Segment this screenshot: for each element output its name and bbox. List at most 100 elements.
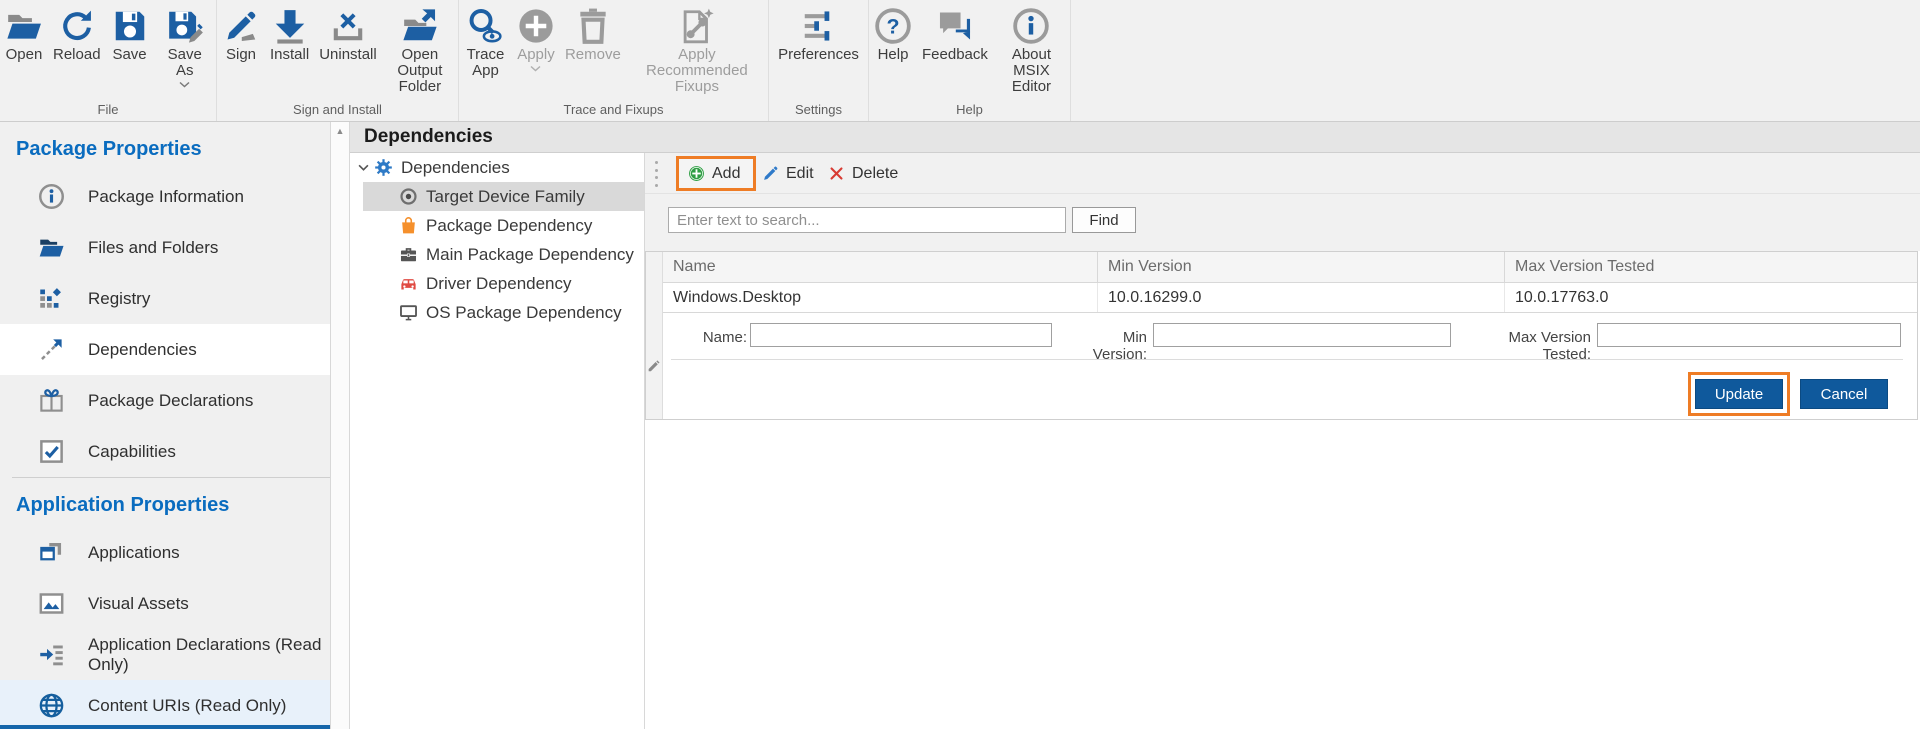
tree-node-label: Package Dependency [426, 216, 592, 236]
ribbon-item-label: Trace App [464, 47, 507, 79]
sidebar-item-registry[interactable]: Registry [0, 273, 330, 324]
tree-node-os-package-dependency[interactable]: OS Package Dependency [350, 298, 644, 327]
tree-node-package-dependency[interactable]: Package Dependency [350, 211, 644, 240]
ribbon-trace-app-button[interactable]: Trace App [459, 5, 512, 79]
min-version-field[interactable] [1153, 323, 1451, 347]
sidebar-item-capabilities[interactable]: Capabilities [0, 426, 330, 477]
ribbon-group-label: Trace and Fixups [459, 102, 768, 117]
sidebar-item-visual-assets[interactable]: Visual Assets [0, 578, 330, 629]
toolbar-grip-handle[interactable] [655, 161, 659, 187]
open-icon [5, 5, 43, 47]
tree-node-target-device-family[interactable]: Target Device Family [363, 182, 644, 211]
sidebar-scrollbar[interactable]: ▲ [330, 122, 350, 729]
tree-node-label: Dependencies [401, 158, 510, 178]
sidebar-item-label: Dependencies [88, 340, 197, 360]
delete-button[interactable]: Delete [822, 153, 904, 194]
cell-min-version: 10.0.16299.0 [1098, 283, 1505, 312]
trace-app-icon [466, 5, 504, 47]
chevron-down-icon [530, 65, 541, 72]
ribbon-item-label: Help [878, 47, 909, 63]
dependencies-gear-icon [374, 158, 393, 177]
sidebar-item-files-and-folders[interactable]: Files and Folders [0, 222, 330, 273]
sidebar-item-dependencies[interactable]: Dependencies [0, 324, 330, 375]
ribbon-group-help: ? Help Feedback About MSIX Editor Help [869, 0, 1071, 121]
find-button[interactable]: Find [1072, 207, 1136, 233]
ribbon-apply-recommended-fixups-button[interactable]: Apply Recommended Fixups [626, 5, 768, 95]
sidebar-item-package-declarations[interactable]: Package Declarations [0, 375, 330, 426]
column-header-max-version-tested[interactable]: Max Version Tested [1505, 252, 1917, 282]
ribbon-item-label: Open Output Folder [387, 47, 453, 95]
ribbon-group-label: Sign and Install [217, 102, 458, 117]
sidebar-item-application-declarations[interactable]: Application Declarations (Read Only) [0, 629, 330, 680]
name-field-label: Name: [671, 329, 747, 346]
reload-icon [58, 5, 96, 47]
ribbon-feedback-button[interactable]: Feedback [917, 5, 993, 63]
cell-max-version-tested: 10.0.17763.0 [1505, 283, 1917, 312]
tree-node-driver-dependency[interactable]: Driver Dependency [350, 269, 644, 298]
capabilities-icon [38, 438, 65, 465]
edit-button-label: Edit [786, 165, 814, 183]
scrollbar-up-arrow-icon[interactable]: ▲ [331, 122, 349, 140]
tree-node-dependencies[interactable]: Dependencies [350, 153, 644, 182]
package-declarations-icon [38, 387, 65, 414]
ribbon-preferences-button[interactable]: Preferences [773, 5, 864, 63]
feedback-icon [936, 5, 974, 47]
ribbon-open-button[interactable]: Open [0, 5, 48, 63]
ribbon-group-file: Open Reload Save Save As File [0, 0, 217, 121]
ribbon-save-button[interactable]: Save [106, 5, 154, 63]
main-package-dependency-icon [399, 245, 418, 264]
sidebar-bottom-accent [0, 725, 330, 729]
ribbon-about-msix-editor-button[interactable]: About MSIX Editor [993, 5, 1070, 95]
uninstall-icon [329, 5, 367, 47]
ribbon-group-sign-install: Sign Install Uninstall Open Output Folde… [217, 0, 459, 121]
sidebar-item-package-information[interactable]: Package Information [0, 171, 330, 222]
name-field[interactable] [750, 323, 1052, 347]
table-row[interactable]: Windows.Desktop 10.0.16299.0 10.0.17763.… [663, 283, 1917, 313]
target-device-family-icon [399, 187, 418, 206]
sidebar-item-applications[interactable]: Applications [0, 527, 330, 578]
ribbon-item-label: Sign [226, 47, 256, 63]
ribbon-item-label: Save As [159, 47, 211, 79]
ribbon-item-label: About MSIX Editor [998, 47, 1065, 95]
grid-toolbar: Add Edit Delete [645, 153, 1920, 194]
form-divider [671, 359, 1903, 360]
ribbon-install-button[interactable]: Install [265, 5, 314, 63]
search-input[interactable] [668, 207, 1066, 233]
install-icon [271, 5, 309, 47]
edit-button[interactable]: Edit [756, 153, 820, 194]
sidebar-section-header-application-properties: Application Properties [0, 478, 330, 527]
page-title: Dependencies [350, 122, 1920, 153]
tree-node-label: Target Device Family [426, 187, 585, 207]
column-header-name[interactable]: Name [663, 252, 1098, 282]
ribbon-item-label: Preferences [778, 47, 859, 63]
os-package-dependency-icon [399, 303, 418, 322]
open-output-folder-icon [401, 5, 439, 47]
remove-icon [574, 5, 612, 47]
ribbon-sign-button[interactable]: Sign [217, 5, 265, 63]
ribbon-uninstall-button[interactable]: Uninstall [314, 5, 382, 63]
tree-node-main-package-dependency[interactable]: Main Package Dependency [350, 240, 644, 269]
ribbon-group-label: File [0, 102, 216, 117]
ribbon-item-label: Open [6, 47, 43, 63]
edit-icon [762, 165, 779, 182]
chevron-down-icon [179, 81, 190, 88]
column-header-min-version[interactable]: Min Version [1098, 252, 1505, 282]
ribbon-open-output-folder-button[interactable]: Open Output Folder [382, 5, 458, 95]
sidebar-item-content-uris[interactable]: Content URIs (Read Only) [0, 680, 330, 729]
chevron-down-icon[interactable] [358, 162, 374, 173]
add-button[interactable]: Add [676, 156, 756, 191]
update-button[interactable]: Update [1695, 379, 1783, 409]
registry-icon [38, 285, 65, 312]
ribbon-remove-button[interactable]: Remove [560, 5, 626, 63]
ribbon-save-as-button[interactable]: Save As [154, 5, 216, 88]
cancel-button[interactable]: Cancel [1800, 379, 1888, 409]
ribbon-reload-button[interactable]: Reload [48, 5, 106, 63]
apply-recommended-fixups-icon [678, 5, 716, 47]
apply-icon [517, 5, 555, 47]
ribbon-apply-button[interactable]: Apply [512, 5, 560, 72]
max-version-tested-field[interactable] [1597, 323, 1901, 347]
sidebar: Package Properties Package Information F… [0, 122, 330, 729]
sidebar-item-label: Visual Assets [88, 594, 189, 614]
about-msix-editor-icon [1012, 5, 1050, 47]
ribbon-help-button[interactable]: ? Help [869, 5, 917, 63]
